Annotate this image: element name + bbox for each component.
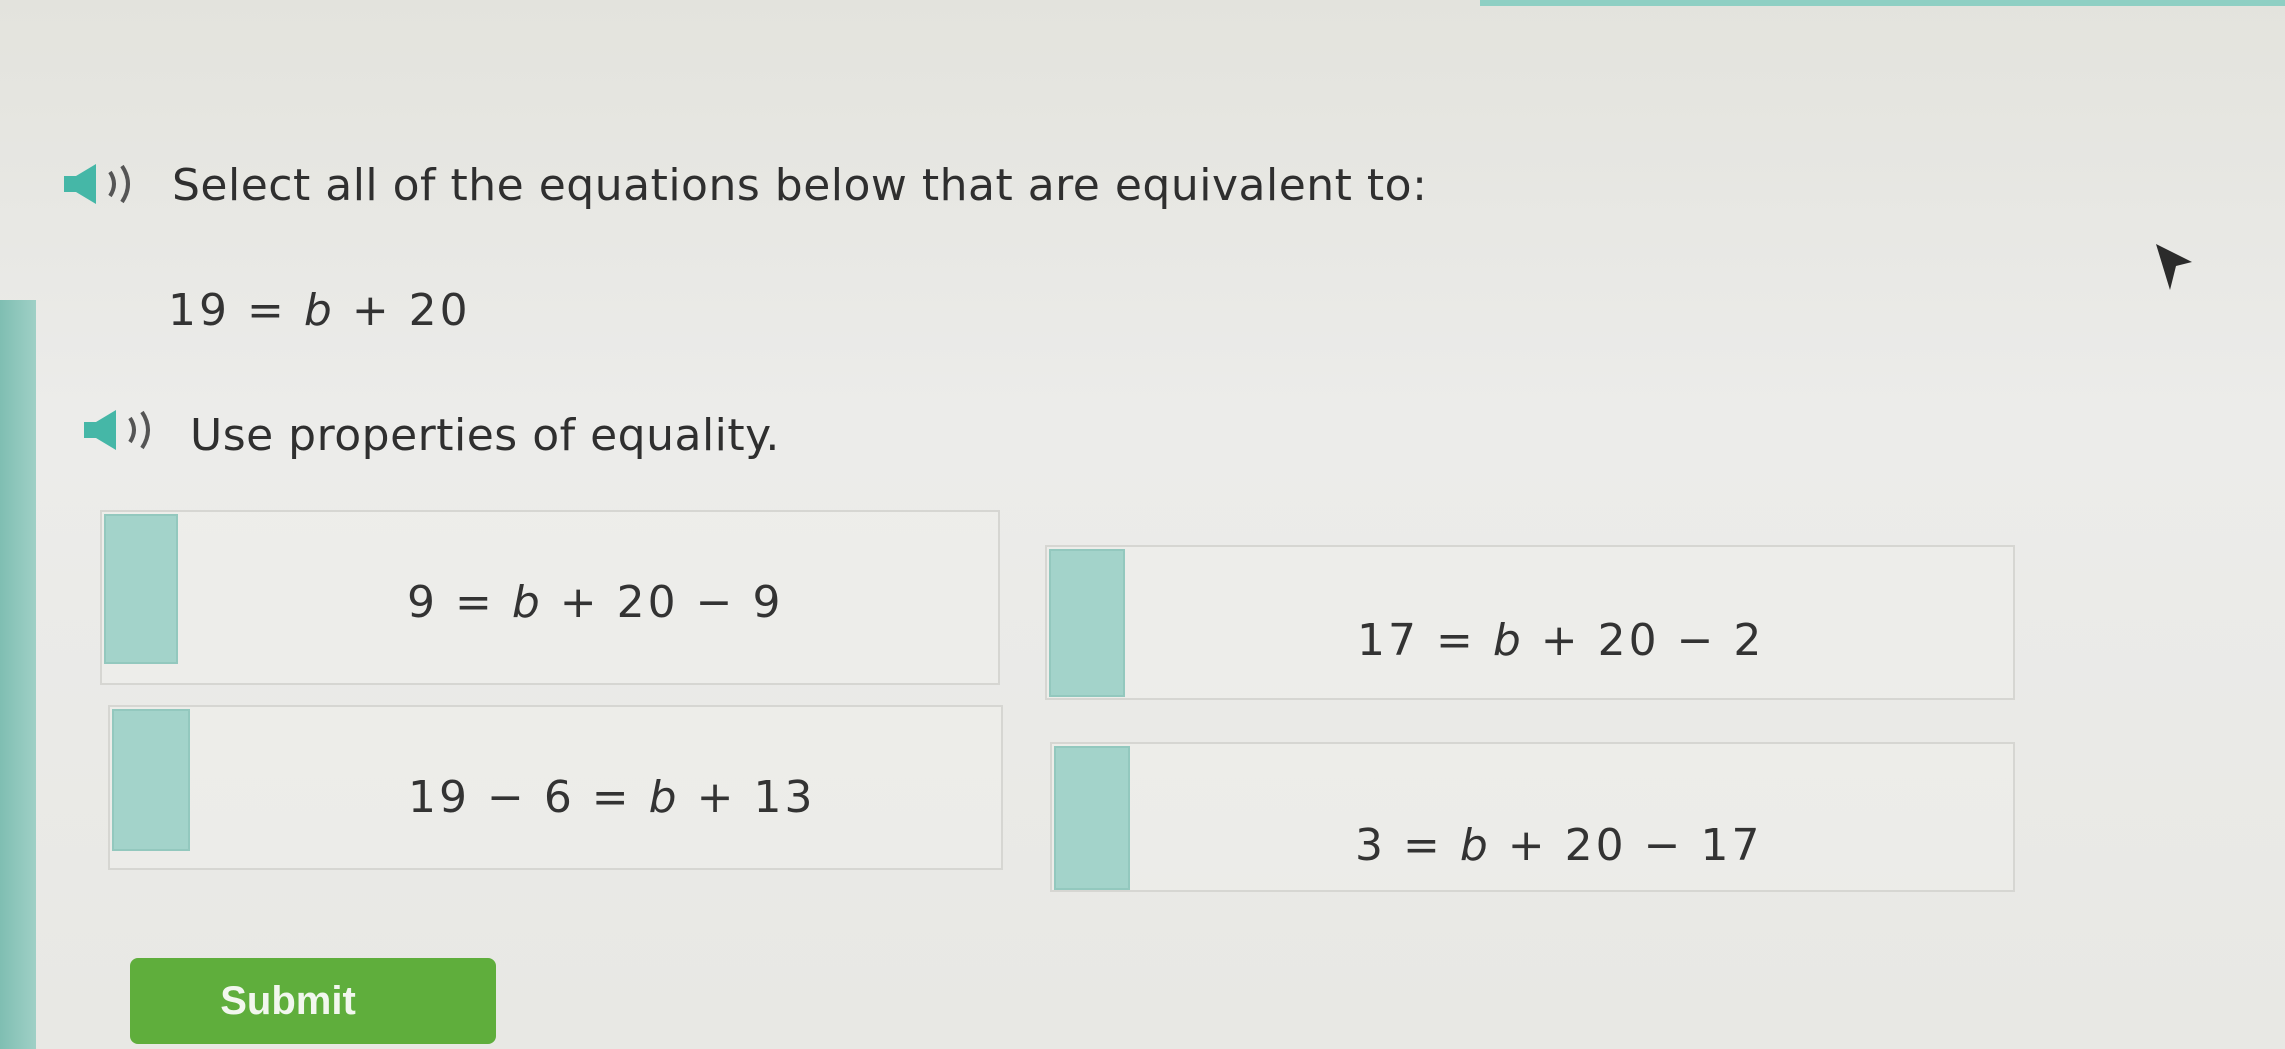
hint-text: Use properties of equality.: [190, 410, 780, 461]
choice-before: 19 − 6 =: [408, 772, 649, 823]
mouse-pointer-icon: [2152, 240, 2196, 300]
submit-button[interactable]: Submit: [130, 958, 496, 1044]
instruction-text: Select all of the equations below that a…: [172, 160, 1428, 211]
choice-variable: b: [1492, 615, 1524, 666]
choice-after: + 20 − 9: [542, 577, 784, 628]
choice-checkbox[interactable]: [1049, 549, 1125, 697]
choice-equation: 3 = b + 20 − 17: [1355, 820, 1762, 871]
choice-before: 3 =: [1355, 820, 1460, 871]
left-panel-edge: [0, 300, 36, 1049]
choice-option-c[interactable]: 19 − 6 = b + 13: [108, 705, 1003, 870]
choice-variable: b: [648, 772, 680, 823]
choice-checkbox[interactable]: [1054, 746, 1130, 890]
choice-before: 9 =: [407, 577, 512, 628]
top-accent-strip: [1480, 0, 2285, 6]
choice-option-b[interactable]: 17 = b + 20 − 2: [1045, 545, 2015, 700]
choice-variable: b: [1459, 820, 1491, 871]
target-equals: =: [247, 285, 287, 336]
choice-after: + 20 − 2: [1523, 615, 1765, 666]
target-equation: 19 = b + 20: [168, 285, 471, 336]
choice-after: + 13: [679, 772, 816, 823]
choice-after: + 20 − 17: [1490, 820, 1763, 871]
target-rest: + 20: [351, 285, 471, 336]
choice-option-a[interactable]: 9 = b + 20 − 9: [100, 510, 1000, 685]
choice-equation: 17 = b + 20 − 2: [1357, 615, 1764, 666]
choice-checkbox[interactable]: [112, 709, 190, 851]
choice-equation: 9 = b + 20 − 9: [407, 577, 783, 628]
choice-equation: 19 − 6 = b + 13: [408, 772, 815, 823]
speaker-icon[interactable]: [80, 408, 170, 452]
choice-before: 17 =: [1357, 615, 1493, 666]
choice-option-d[interactable]: 3 = b + 20 − 17: [1050, 742, 2015, 892]
speaker-icon[interactable]: [60, 162, 150, 206]
choice-variable: b: [511, 577, 543, 628]
choice-checkbox[interactable]: [104, 514, 178, 664]
target-left: 19: [168, 285, 230, 336]
target-variable: b: [303, 285, 335, 336]
